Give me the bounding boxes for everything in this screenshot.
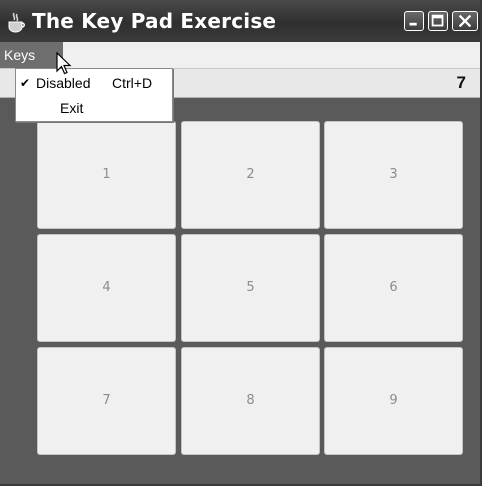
title-bar[interactable]: The Key Pad Exercise (0, 0, 480, 42)
menu-item-disabled-shortcut: Ctrl+D (112, 75, 153, 91)
key-1[interactable]: 1 (37, 121, 176, 229)
maximize-icon (431, 14, 444, 27)
menu-item-exit-label: Exit (60, 100, 84, 116)
java-coffee-cup-icon (6, 12, 26, 34)
key-3[interactable]: 3 (324, 121, 463, 229)
app-window: The Key Pad Exercise Keys 7 1 2 3 4 5 6 … (0, 0, 482, 486)
display-value: 7 (456, 73, 466, 92)
key-2[interactable]: 2 (181, 121, 320, 229)
menu-keys[interactable]: Keys (0, 42, 63, 68)
keypad: 1 2 3 4 5 6 7 8 9 (37, 121, 465, 461)
minimize-icon (409, 22, 417, 26)
key-8[interactable]: 8 (181, 347, 320, 455)
key-4[interactable]: 4 (37, 234, 176, 342)
keys-dropdown-menu: ✔ Disabled Ctrl+D Exit (15, 68, 173, 122)
close-button[interactable] (452, 11, 478, 31)
key-6[interactable]: 6 (324, 234, 463, 342)
minimize-button[interactable] (404, 11, 424, 31)
menu-item-disabled[interactable]: ✔ Disabled Ctrl+D (16, 71, 172, 95)
key-5[interactable]: 5 (181, 234, 320, 342)
maximize-button[interactable] (428, 11, 448, 31)
menu-item-exit[interactable]: Exit (16, 96, 172, 120)
checkmark-icon: ✔ (20, 76, 31, 90)
window-title: The Key Pad Exercise (32, 9, 277, 33)
mouse-pointer-icon (56, 52, 72, 75)
key-9[interactable]: 9 (324, 347, 463, 455)
close-icon (458, 14, 472, 28)
key-7[interactable]: 7 (37, 347, 176, 455)
